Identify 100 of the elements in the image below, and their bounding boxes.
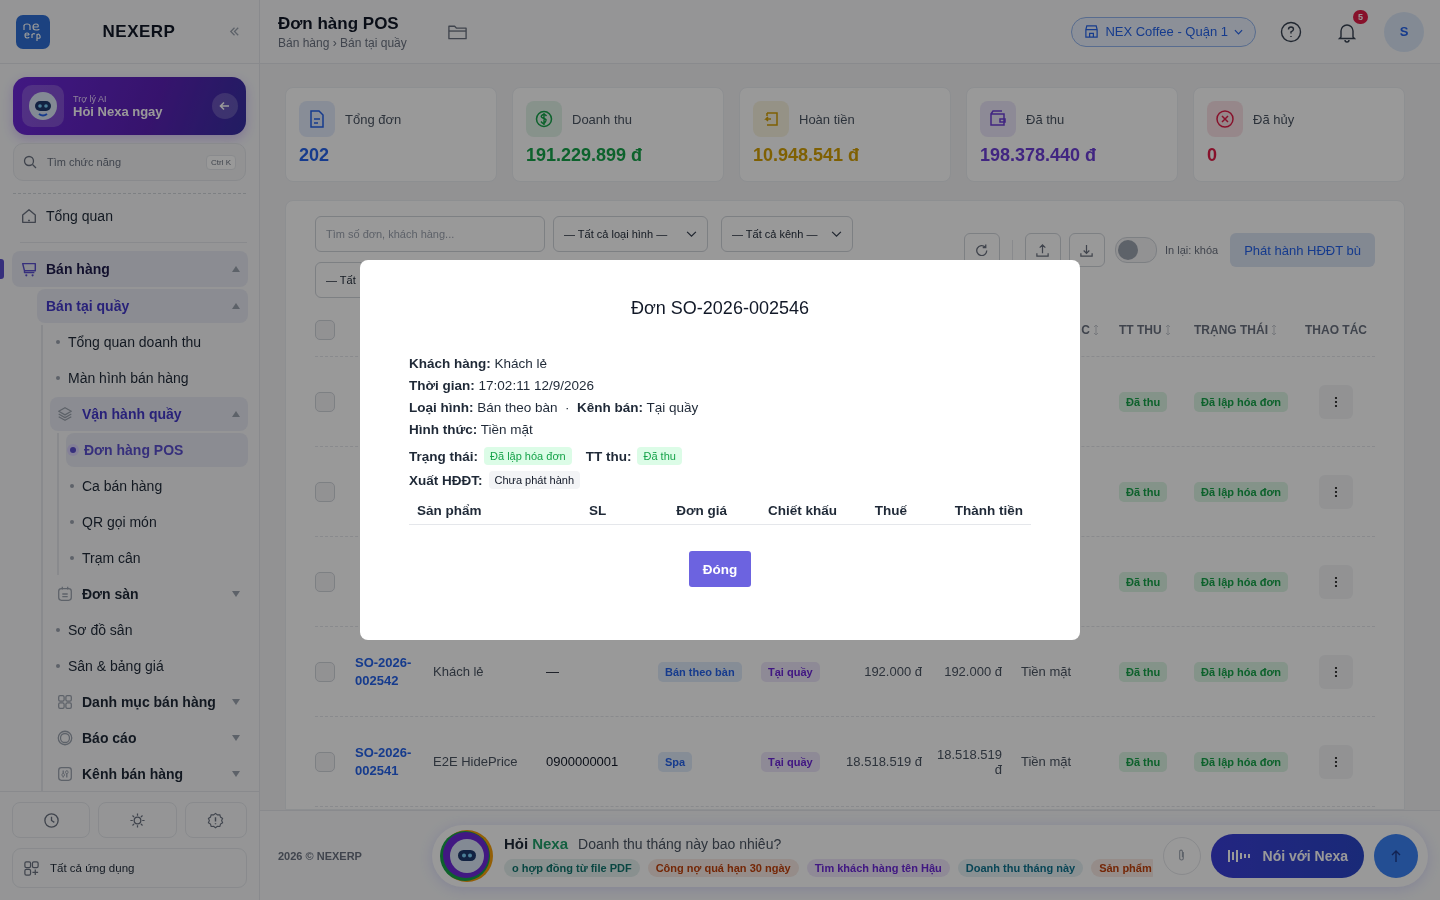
brand-name: NEXERP (101, 21, 177, 42)
more-actions-button[interactable] (1319, 744, 1353, 779)
calendar-icon (56, 585, 74, 603)
phone-cell-text: 0900000001 (546, 754, 620, 769)
nav-group[interactable]: Bán tại quầy (37, 289, 248, 323)
status-tag: Đã lập hóa đơn (1194, 661, 1288, 682)
einvoice-status-tag: Chưa phát hành (488, 471, 581, 489)
column-header[interactable]: C (1081, 323, 1090, 337)
nav-item[interactable]: Sơ đồ sân (50, 613, 248, 647)
more-actions-button[interactable] (1319, 474, 1353, 509)
stat-label: Tổng đơn (345, 111, 402, 127)
status-tag: Đã lập hóa đơn (1194, 571, 1288, 592)
column-header: Thuế (873, 503, 907, 518)
column-header[interactable]: TRẠNG THÁI (1194, 323, 1268, 337)
nav-group[interactable]: Danh mục bán hàng (50, 685, 248, 719)
nav-item[interactable]: Ca bán hàng (66, 469, 248, 503)
row-checkbox[interactable] (315, 481, 335, 502)
nav-group[interactable]: Kênh bán hàng (50, 757, 248, 791)
assistant-avatar-icon[interactable] (440, 828, 494, 883)
field-label: Trạng thái: (409, 448, 478, 464)
nav-item[interactable]: Sân & bảng giá (50, 649, 248, 683)
store-icon (1084, 24, 1100, 39)
download-button[interactable] (1068, 233, 1105, 267)
nav-group[interactable]: Đơn sàn (50, 577, 248, 611)
sort-icon[interactable] (1271, 324, 1277, 336)
rings-icon (56, 729, 74, 747)
column-header: Thành tiền (953, 503, 1023, 518)
amount-cell-text: 192.000 đ (943, 664, 1003, 679)
amount-cell-text: 18.518.519 đ (935, 746, 1003, 777)
collapse-icon[interactable] (228, 25, 241, 38)
history-button[interactable] (12, 802, 91, 838)
sliders-icon (56, 765, 74, 783)
order-type-tag: Spa (658, 751, 693, 772)
more-actions-button[interactable] (1319, 654, 1353, 689)
stat-label: Đã hủy (1253, 111, 1295, 127)
alert-button[interactable] (184, 802, 247, 838)
nav-item[interactable]: Tổng quan doanh thu (50, 325, 248, 359)
nav-group[interactable]: Báo cáo (50, 721, 248, 755)
row-checkbox[interactable] (315, 571, 335, 592)
payment-method-cell-text: Tiền mặt (1021, 754, 1073, 769)
row-checkbox[interactable] (315, 391, 335, 412)
close-button[interactable]: Đóng (688, 551, 752, 587)
chevron-down-icon (1234, 28, 1243, 35)
theme-button[interactable] (98, 802, 177, 838)
customer-cell-text: E2E HidePrice (433, 754, 519, 769)
column-header: Đơn giá (675, 503, 727, 518)
send-button[interactable] (1374, 833, 1418, 878)
status-tag: Đã lập hóa đơn (1194, 751, 1288, 772)
row-checkbox[interactable] (315, 751, 335, 772)
sort-icon[interactable] (1093, 324, 1099, 336)
select-all-checkbox[interactable] (315, 320, 335, 340)
user-avatar[interactable]: S (1384, 11, 1424, 52)
cart-icon (20, 260, 38, 278)
nav-item[interactable]: QR gọi món (66, 505, 248, 539)
paperclip-icon (1177, 848, 1187, 863)
order-id-link[interactable]: SO-2026-002541 (355, 743, 433, 780)
nav-item[interactable]: Tổng quan (12, 198, 248, 234)
nav-item[interactable]: Màn hình bán hàng (50, 361, 248, 395)
upload-icon (1035, 242, 1051, 258)
field-label: Xuất HĐĐT: (409, 472, 483, 488)
help-icon[interactable] (1280, 20, 1302, 43)
payment-status-tag: Đã thu (1119, 481, 1168, 502)
download-icon (1079, 242, 1095, 258)
filter-dropdown[interactable]: — Tất cả loại hình — (553, 216, 708, 252)
assistant-label: Hỏi (504, 835, 529, 852)
reprint-label: In lại: khóa (1164, 244, 1219, 256)
status-tag: Đã lập hóa đơn (1194, 481, 1288, 502)
apps-icon (23, 859, 40, 877)
more-icon (1334, 395, 1338, 408)
nav-item[interactable]: Trạm cân (66, 541, 248, 575)
sort-icon[interactable] (1164, 324, 1171, 336)
assistant-caption: Trợ lý AI (73, 93, 108, 104)
more-icon (1334, 755, 1338, 768)
nav-item[interactable]: Đơn hàng POS (66, 433, 248, 467)
more-actions-button[interactable] (1319, 384, 1353, 419)
reprint-toggle[interactable] (1114, 237, 1157, 263)
store-selector[interactable]: NEX Coffee - Quận 1 (1071, 16, 1256, 47)
attach-button[interactable] (1162, 836, 1201, 875)
shortcut-hint: Ctrl K (206, 154, 236, 170)
column-header[interactable]: TT THU (1119, 323, 1162, 337)
issue-invoice-button[interactable]: Phát hành HĐĐT bù (1230, 233, 1375, 267)
dialog-title: Đơn SO-2026-002546 (631, 298, 809, 319)
search-input[interactable]: Tìm chức năng (45, 155, 198, 169)
copyright-text: 2026 © NEXERP (278, 849, 362, 862)
channel-tag: Tại quầy (761, 751, 820, 772)
nav-group[interactable]: Vận hành quầy (50, 397, 248, 431)
assistant-title: Hỏi Nexa ngay (73, 103, 164, 119)
order-detail-line: Hình thức: Tiền mặt (409, 421, 534, 439)
filter-dropdown[interactable]: — Tất cả kênh — (721, 216, 853, 252)
assistant-input[interactable]: Doanh thu tháng này bao nhiêu? (576, 834, 1153, 853)
voice-button[interactable]: Nói với Nexa (1210, 833, 1364, 878)
ai-assistant-card[interactable]: Trợ lý AI Hỏi Nexa ngay (13, 77, 246, 135)
stat-label: Hoàn tiền (799, 111, 855, 127)
row-checkbox[interactable] (315, 661, 335, 682)
status-tag: Đã lập hóa đơn (1194, 391, 1288, 412)
order-search-field[interactable]: Tìm số đơn, khách hàng... (315, 216, 545, 252)
more-actions-button[interactable] (1319, 564, 1353, 599)
order-id-link[interactable]: SO-2026-002542 (355, 653, 433, 690)
all-apps-button[interactable]: Tất cả ứng dụng (12, 848, 247, 888)
order-type-tag: Bán theo bàn (658, 661, 742, 682)
